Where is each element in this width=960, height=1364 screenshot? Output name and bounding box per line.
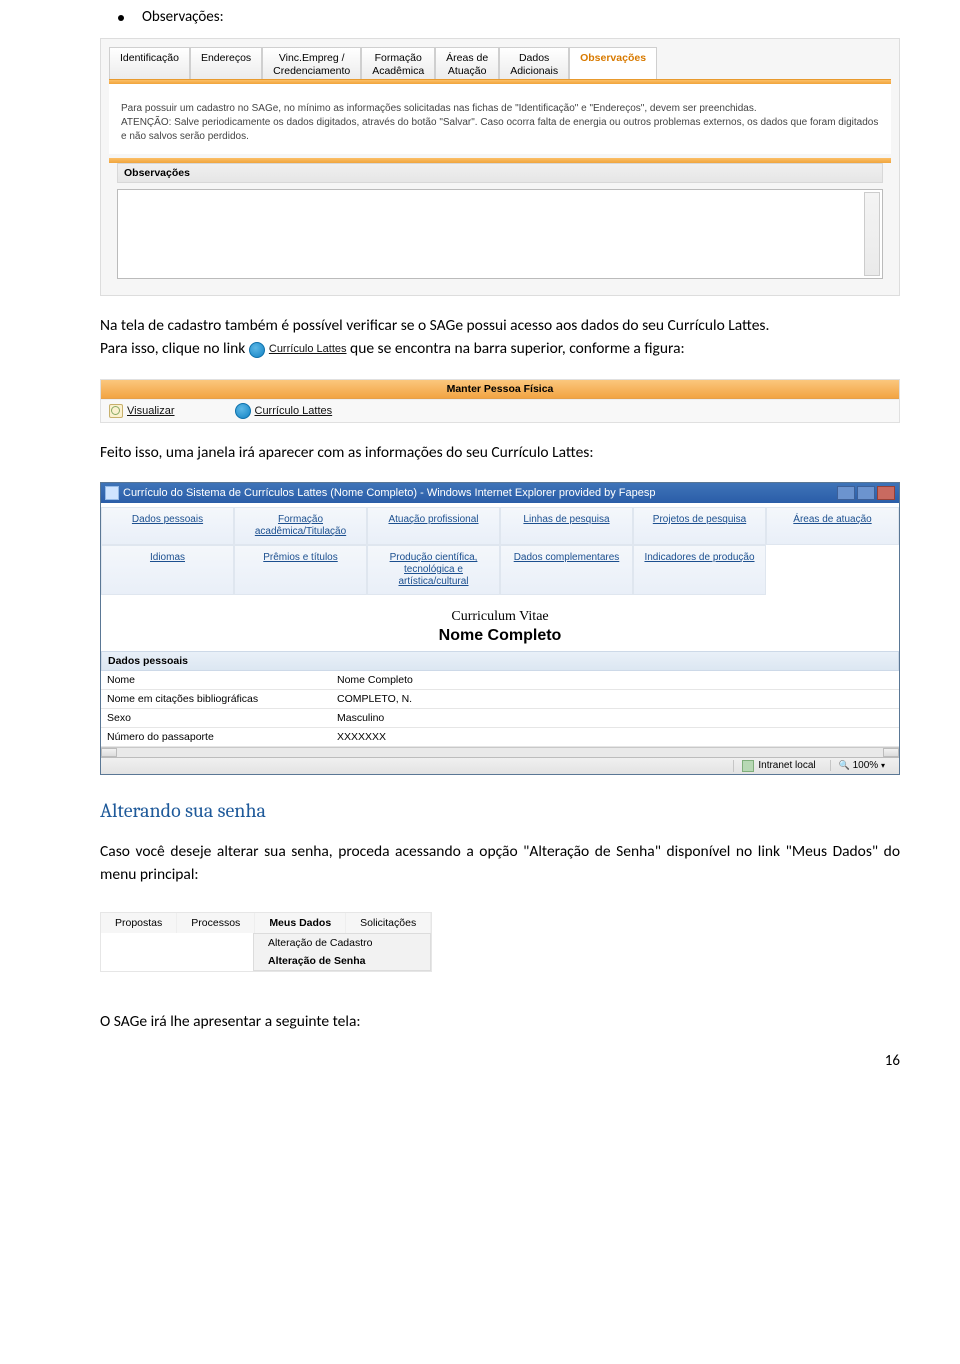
nav-linhas-pesquisa[interactable]: Linhas de pesquisa [500, 507, 633, 545]
observacoes-textarea[interactable] [117, 189, 883, 279]
bullet-dot-icon [118, 15, 124, 21]
horizontal-scrollbar[interactable] [101, 747, 899, 757]
screenshot-ie-lattes: Currículo do Sistema de Currículos Latte… [100, 482, 900, 775]
tab-identificacao[interactable]: Identificação [109, 47, 190, 79]
paragraph-3: Caso você deseje alterar sua senha, proc… [100, 840, 900, 887]
ie-statusbar: Intranet local 🔍 100% ▾ [101, 757, 899, 774]
table-row: NomeNome Completo [101, 671, 899, 690]
submenu-alteracao-senha[interactable]: Alteração de Senha [254, 952, 430, 970]
cv-name: Nome Completo [101, 627, 899, 645]
tab-areas[interactable]: Áreas de Atuação [435, 47, 499, 79]
visualizar-link[interactable]: Visualizar [109, 404, 175, 418]
nav-idiomas[interactable]: Idiomas [101, 545, 234, 595]
menu-propostas[interactable]: Propostas [101, 913, 177, 933]
tab-formacao[interactable]: Formação Acadêmica [361, 47, 435, 79]
tab-observacoes[interactable]: Observações [569, 47, 657, 79]
tab-dados-adicionais[interactable]: Dados Adicionais [499, 47, 569, 79]
close-button[interactable] [877, 486, 895, 500]
menu-processos[interactable]: Processos [177, 913, 255, 933]
table-row: Nome em citações bibliográficasCOMPLETO,… [101, 690, 899, 709]
nav-producao[interactable]: Produção científica, tecnológica e artís… [367, 545, 500, 595]
menu-meus-dados[interactable]: Meus Dados [255, 913, 346, 933]
curriculo-lattes-link-inline: Currículo Lattes [249, 341, 347, 358]
nav-dados-complementares[interactable]: Dados complementares [500, 545, 633, 595]
menu-dropdown: Alteração de Cadastro Alteração de Senha [253, 933, 431, 971]
tab-vinc-empreg[interactable]: Vinc.Empreg / Credenciamento [262, 47, 361, 79]
tab-bar: Identificação Endereços Vinc.Empreg / Cr… [109, 47, 891, 79]
nav-areas-atuacao[interactable]: Áreas de atuação [766, 507, 899, 545]
table-row: SexoMasculino [101, 709, 899, 728]
menu-solicitacoes[interactable]: Solicitações [346, 913, 431, 933]
tab-enderecos[interactable]: Endereços [190, 47, 262, 79]
security-zone: Intranet local [733, 760, 823, 772]
paragraph-2: Feito isso, uma janela irá aparecer com … [100, 441, 900, 464]
manter-header: Manter Pessoa Física [101, 380, 899, 399]
section-dados-pessoais: Dados pessoais [101, 651, 899, 671]
zoom-indicator[interactable]: 🔍 100% ▾ [830, 760, 893, 771]
lattes-icon [249, 342, 265, 358]
curriculo-lattes-link[interactable]: Currículo Lattes [235, 403, 333, 419]
menu-top: Propostas Processos Meus Dados Solicitaç… [101, 913, 431, 933]
lattes-link-text: Currículo Lattes [269, 341, 347, 358]
paragraph-4: O SAGe irá lhe apresentar a seguinte tel… [100, 1010, 900, 1033]
nav-atuacao-profissional[interactable]: Atuação profissional [367, 507, 500, 545]
lattes-nav-row1: Dados pessoais Formação acadêmica/Titula… [101, 507, 899, 545]
heading-alterando-senha: Alterando sua senha [100, 799, 900, 822]
nav-projetos-pesquisa[interactable]: Projetos de pesquisa [633, 507, 766, 545]
screenshot-manter-pessoa: Manter Pessoa Física Visualizar Currícul… [100, 379, 900, 423]
paragraph-1: Na tela de cadastro também é possível ve… [100, 314, 900, 361]
nav-indicadores[interactable]: Indicadores de produção [633, 545, 766, 595]
ie-favicon-icon [105, 486, 119, 500]
nav-formacao[interactable]: Formação acadêmica/Titulação [234, 507, 367, 545]
cv-label: Curriculum Vitae [101, 609, 899, 625]
lattes-icon [235, 403, 251, 419]
ie-titlebar: Currículo do Sistema de Currículos Latte… [101, 483, 899, 503]
lattes-nav-row2: Idiomas Prêmios e títulos Produção cient… [101, 545, 899, 595]
info-text: Para possuir um cadastro no SAGe, no mín… [109, 84, 891, 154]
bullet-label: Observações: [142, 8, 224, 26]
table-row: Número do passaporteXXXXXXX [101, 728, 899, 747]
observacoes-section-header: Observações [117, 163, 883, 183]
nav-premios[interactable]: Prêmios e títulos [234, 545, 367, 595]
page-number: 16 [100, 1052, 900, 1070]
screenshot-menu-principal: Propostas Processos Meus Dados Solicitaç… [100, 912, 432, 972]
nav-dados-pessoais[interactable]: Dados pessoais [101, 507, 234, 545]
screenshot-observacoes-tab: Identificação Endereços Vinc.Empreg / Cr… [100, 38, 900, 296]
submenu-alteracao-cadastro[interactable]: Alteração de Cadastro [254, 934, 430, 952]
magnifier-icon [109, 404, 123, 418]
maximize-button[interactable] [857, 486, 875, 500]
minimize-button[interactable] [837, 486, 855, 500]
ie-title-text: Currículo do Sistema de Currículos Latte… [123, 487, 656, 499]
zone-icon [742, 760, 754, 772]
bullet-observacoes: Observações: [100, 8, 900, 26]
